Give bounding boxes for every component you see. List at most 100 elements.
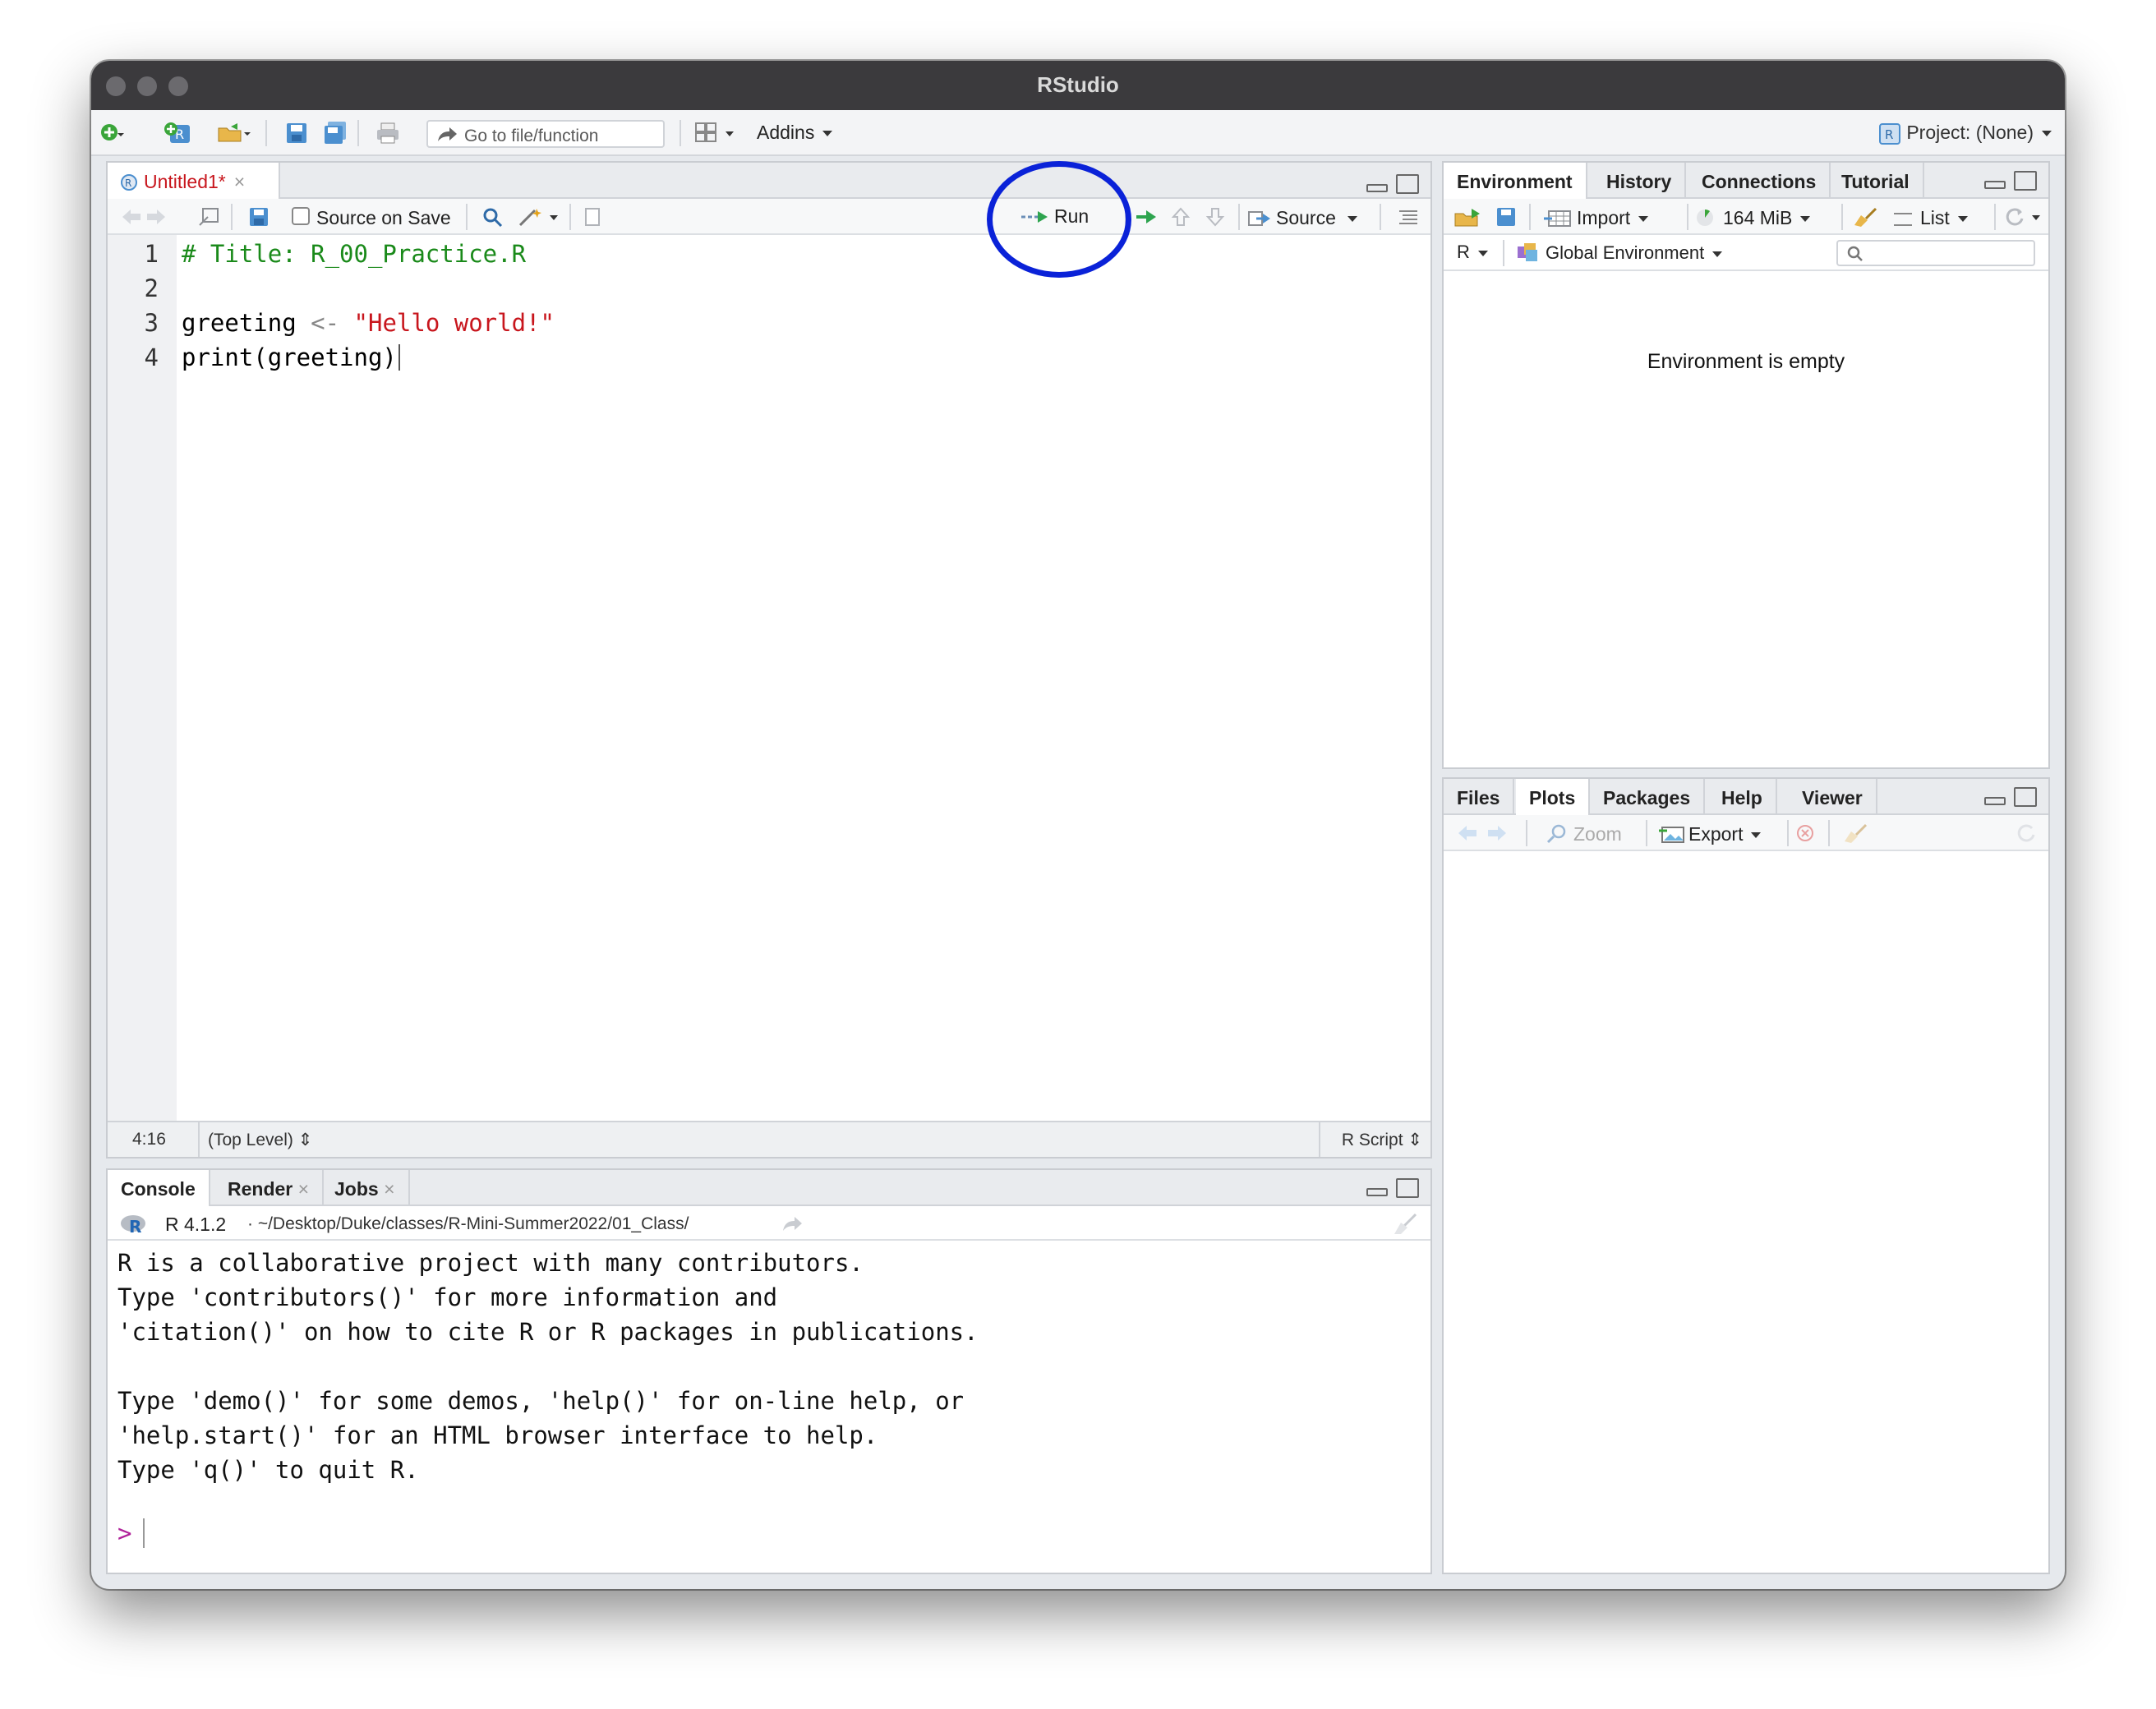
- memory-usage-button[interactable]: 164 MiB: [1695, 207, 1811, 229]
- console-header: R R 4.1.2 · ~/Desktop/Duke/classes/R-Min…: [108, 1206, 1430, 1241]
- refresh-icon[interactable]: [2015, 823, 2037, 843]
- chevron-down-icon: [1347, 216, 1357, 223]
- console-prompt: >: [117, 1519, 132, 1547]
- tab-packages[interactable]: Packages: [1590, 779, 1706, 815]
- environment-selector[interactable]: Global Environment: [1516, 242, 1723, 264]
- save-all-icon[interactable]: [323, 122, 348, 145]
- code-editor[interactable]: # Title: R_00_Practice.R greeting <- "He…: [177, 235, 1430, 1121]
- updown-icon: ⇕: [1407, 1131, 1422, 1149]
- source-button[interactable]: Source: [1248, 207, 1357, 229]
- minimize-pane-icon[interactable]: [1984, 797, 2006, 805]
- source-on-save-label: Source on Save: [316, 207, 451, 228]
- file-type-label: R Script: [1341, 1131, 1403, 1149]
- minimize-pane-icon[interactable]: [1366, 184, 1388, 192]
- scope-label: (Top Level): [208, 1131, 293, 1149]
- tab-files[interactable]: Files: [1444, 779, 1515, 815]
- language-selector[interactable]: R: [1457, 242, 1488, 263]
- remove-plot-icon[interactable]: [1795, 823, 1815, 843]
- save-icon[interactable]: [249, 207, 270, 227]
- clear-console-broom-icon[interactable]: [1391, 1213, 1419, 1236]
- pane-layout-icon[interactable]: [694, 122, 735, 145]
- addins-menu[interactable]: Addins: [757, 122, 833, 144]
- console-input[interactable]: >: [117, 1518, 145, 1548]
- clear-plots-broom-icon[interactable]: [1841, 823, 1869, 843]
- close-tab-icon[interactable]: ×: [384, 1178, 394, 1200]
- tab-help[interactable]: Help: [1708, 779, 1777, 815]
- tab-render-label: Render: [228, 1178, 293, 1200]
- tab-console[interactable]: Console: [108, 1170, 210, 1206]
- maximize-pane-icon[interactable]: [1396, 174, 1419, 194]
- scope-selector[interactable]: (Top Level) ⇕: [208, 1130, 312, 1150]
- refresh-icon[interactable]: [2004, 207, 2042, 227]
- environment-pane: Environment History Connections Tutorial…: [1442, 161, 2050, 769]
- import-dataset-button[interactable]: Import: [1542, 207, 1649, 229]
- svg-text:R: R: [129, 1217, 141, 1236]
- tab-connections[interactable]: Connections: [1688, 163, 1831, 199]
- tab-untitled1[interactable]: R Untitled1* ×: [108, 163, 280, 199]
- compile-report-icon[interactable]: [584, 207, 602, 227]
- tab-viewer[interactable]: Viewer: [1789, 779, 1877, 815]
- go-to-next-section-icon[interactable]: [1205, 207, 1225, 227]
- show-in-window-icon[interactable]: [198, 207, 219, 227]
- tab-environment-label: Environment: [1457, 171, 1573, 192]
- title-bar: RStudio: [91, 61, 2065, 110]
- tab-help-label: Help: [1721, 787, 1762, 808]
- tab-history[interactable]: History: [1593, 163, 1687, 199]
- tab-environment[interactable]: Environment: [1444, 163, 1587, 199]
- rerun-icon[interactable]: [1135, 207, 1163, 227]
- project-label: Project: (None): [1906, 122, 2034, 143]
- tab-console-label: Console: [121, 1178, 196, 1200]
- print-icon[interactable]: [375, 122, 400, 145]
- tab-history-label: History: [1606, 171, 1672, 192]
- list-label: List: [1920, 207, 1950, 228]
- save-workspace-icon[interactable]: [1496, 207, 1518, 227]
- new-project-icon[interactable]: R: [164, 122, 196, 145]
- code-tools-wand-icon[interactable]: [518, 207, 560, 227]
- code-line: print(greeting): [182, 343, 400, 371]
- project-menu[interactable]: R Project: (None): [1878, 122, 2052, 145]
- go-to-directory-icon[interactable]: [781, 1216, 803, 1232]
- go-to-previous-section-icon[interactable]: [1171, 207, 1191, 227]
- code-text: print(greeting): [182, 343, 397, 371]
- load-workspace-icon[interactable]: [1453, 207, 1486, 227]
- environment-search-input[interactable]: [1836, 240, 2035, 266]
- tab-files-label: Files: [1457, 787, 1500, 808]
- source-on-save-checkbox[interactable]: [292, 207, 310, 225]
- minimize-pane-icon[interactable]: [1984, 181, 2006, 189]
- file-type-selector[interactable]: R Script ⇕: [1342, 1130, 1422, 1150]
- view-mode-button[interactable]: List: [1894, 207, 1968, 229]
- export-button[interactable]: Export: [1657, 823, 1762, 845]
- open-file-icon[interactable]: [216, 122, 252, 145]
- chevron-down-icon: [1957, 216, 1968, 223]
- previous-next-plot-icon[interactable]: [1455, 823, 1509, 843]
- environment-scope-bar: R Global Environment: [1444, 235, 2048, 271]
- tab-plots[interactable]: Plots: [1516, 779, 1591, 815]
- close-tab-icon[interactable]: ×: [298, 1178, 309, 1200]
- clear-workspace-broom-icon[interactable]: [1851, 207, 1879, 227]
- tab-render[interactable]: Render ×: [214, 1170, 325, 1206]
- maximize-pane-icon[interactable]: [2014, 171, 2037, 191]
- svg-text:R: R: [125, 177, 131, 189]
- tab-plots-label: Plots: [1529, 787, 1576, 808]
- updown-icon: ⇕: [297, 1131, 313, 1149]
- back-forward-icon[interactable]: [119, 207, 168, 227]
- source-editor-pane: R Untitled1* × Source on Save Run Source…: [106, 161, 1432, 1159]
- close-tab-icon[interactable]: ×: [234, 171, 245, 192]
- line-number: 4: [144, 343, 159, 371]
- maximize-pane-icon[interactable]: [1396, 1178, 1419, 1198]
- tab-tutorial[interactable]: Tutorial: [1828, 163, 1924, 199]
- line-number: 2: [144, 274, 159, 302]
- new-file-icon[interactable]: [99, 122, 124, 145]
- svg-text:R: R: [1885, 127, 1893, 142]
- minimize-pane-icon[interactable]: [1366, 1188, 1388, 1196]
- search-icon[interactable]: [482, 207, 504, 227]
- tab-jobs[interactable]: Jobs ×: [321, 1170, 410, 1206]
- go-to-file-input[interactable]: Go to file/function: [426, 120, 665, 148]
- r-version: R 4.1.2: [165, 1214, 227, 1235]
- chevron-down-icon: [822, 131, 833, 137]
- save-icon[interactable]: [285, 122, 310, 145]
- document-outline-icon[interactable]: [1398, 207, 1419, 227]
- list-icon: [1894, 213, 1912, 226]
- maximize-pane-icon[interactable]: [2014, 787, 2037, 807]
- zoom-button[interactable]: Zoom: [1546, 823, 1622, 845]
